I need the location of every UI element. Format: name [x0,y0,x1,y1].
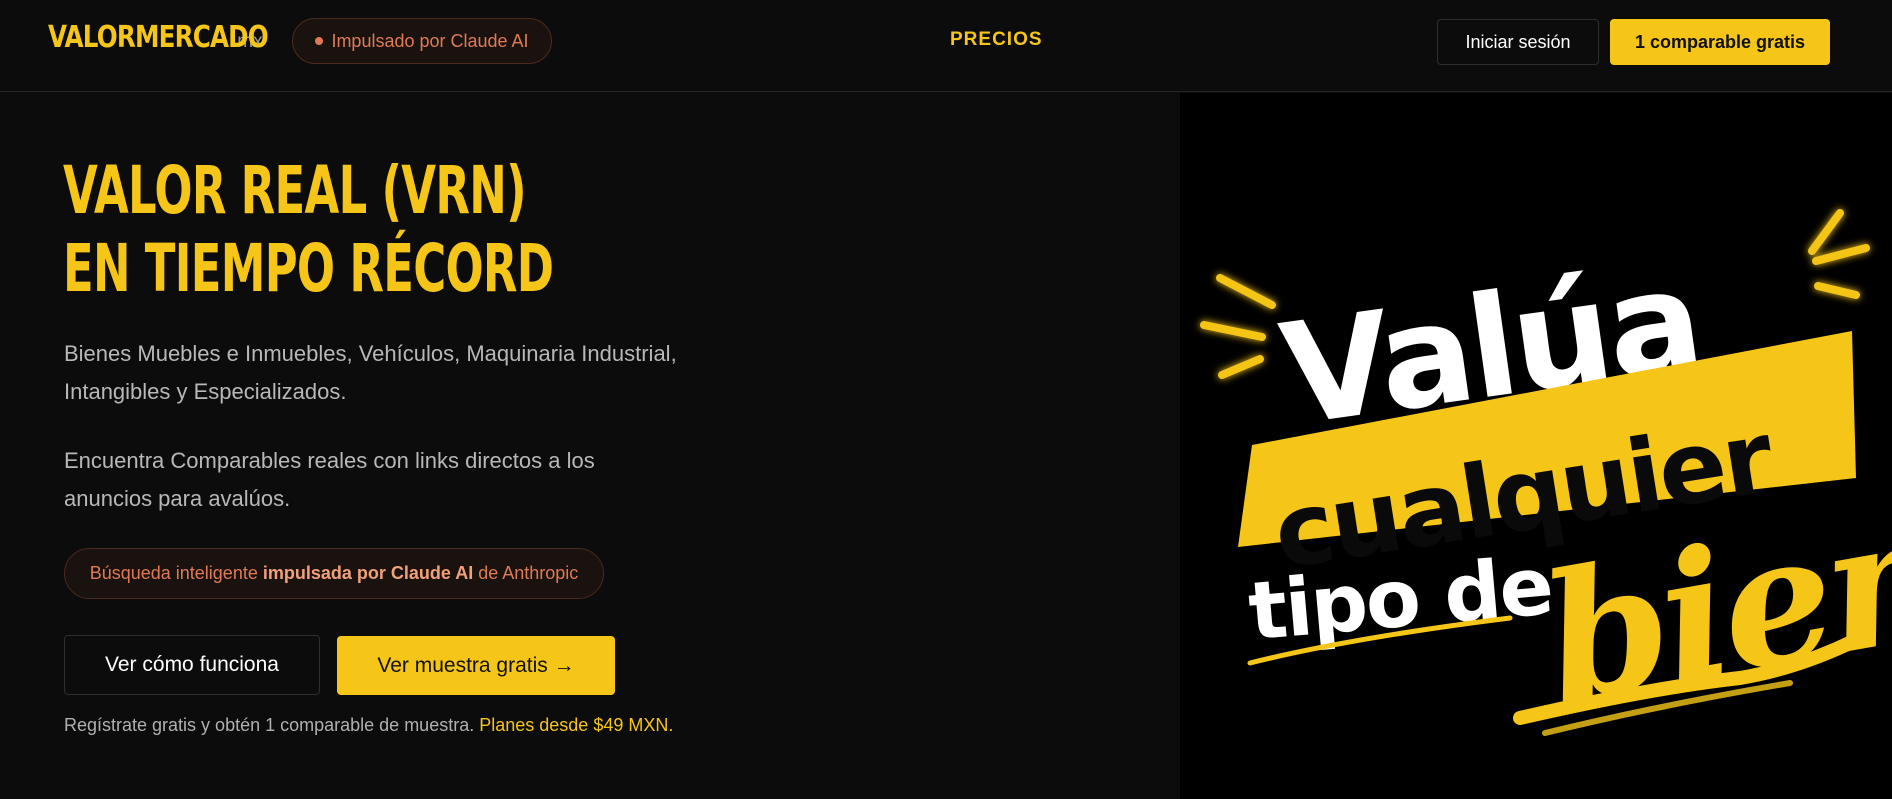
nav-link-precios[interactable]: PRECIOS [950,29,1043,51]
pricing-link[interactable]: Planes desde $49 MXN. [479,715,673,735]
hero-artwork: Valúa cualquier tipo de bien [1180,93,1892,799]
hero-artwork-svg: Valúa cualquier tipo de bien [1200,209,1892,744]
login-button[interactable]: Iniciar sesión [1437,19,1599,65]
how-it-works-button[interactable]: Ver cómo funciona [64,635,320,695]
top-header: VALORMERCADO .mx Impulsado por Claude AI… [0,0,1892,92]
hero-title-line-2: EN TIEMPO RÉCORD [63,230,554,307]
claude-badge-prefix: Búsqueda inteligente [89,563,258,583]
claude-ai-badge: Impulsado por Claude AI [292,18,552,64]
status-dot-icon [315,37,324,45]
free-comparable-button[interactable]: 1 comparable gratis [1610,19,1830,65]
hero-title: VALOR REAL (VRN) EN TIEMPO RÉCORD [63,152,554,308]
site-logo[interactable]: VALORMERCADO .mx [48,20,269,60]
hero-title-line-1: VALOR REAL (VRN) [63,152,527,229]
free-sample-button[interactable]: Ver muestra gratis → [337,636,615,695]
claude-badge-bold: impulsada por Claude AI [262,563,474,583]
footnote-text: Regístrate gratis y obtén 1 comparable d… [64,715,475,735]
signup-footnote: Regístrate gratis y obtén 1 comparable d… [64,715,673,736]
logo-wordmark: VALORMERCADO [48,20,269,55]
hero-categories-text: Bienes Muebles e Inmuebles, Vehículos, M… [64,341,677,404]
sparkle-right-icon [1808,209,1870,299]
claude-search-badge: Búsqueda inteligente impulsada por Claud… [64,548,604,599]
claude-badge-suffix: de Anthropic [478,563,579,583]
claude-ai-badge-label: Impulsado por Claude AI [331,30,529,51]
sparkle-left-icon [1200,274,1276,379]
hero-comparables-text: Encuentra Comparables reales con links d… [64,448,595,511]
